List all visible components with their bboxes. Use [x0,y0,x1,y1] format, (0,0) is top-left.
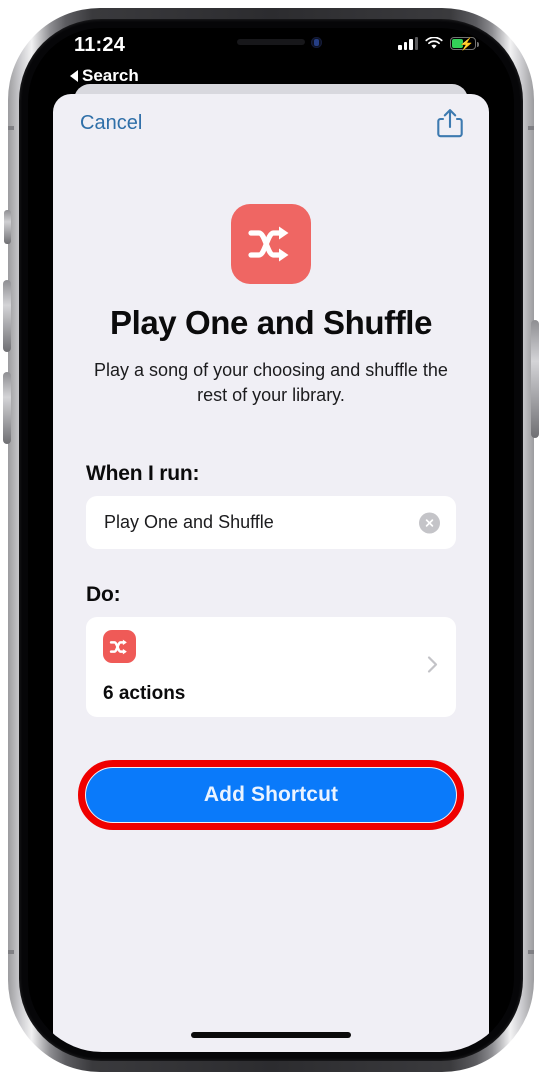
shortcut-app-icon [231,204,311,284]
front-camera-icon [311,37,322,48]
do-label: Do: [86,583,121,606]
notch [173,28,369,58]
power-button[interactable] [531,320,539,438]
sheet-navigation-bar: Cancel [53,94,489,152]
disclosure-chevron [427,656,438,679]
wifi-icon [425,37,443,49]
phone-screen: 11:24 ⚡ Search Cancel Play One and Shuff… [28,28,514,1052]
actions-shortcut-icon [103,630,136,663]
volume-down-button[interactable] [3,372,11,444]
back-to-search-label: Search [82,66,139,85]
phone-mockup: 11:24 ⚡ Search Cancel Play One and Shuff… [0,0,542,1080]
add-shortcut-container: Add Shortcut [78,760,464,830]
when-i-run-label: When I run: [86,462,200,485]
shortcut-name-field[interactable]: Play One and Shuffle [86,496,456,549]
silent-switch-button[interactable] [4,210,11,244]
antenna-line-bottom-right [528,950,534,954]
clear-circle-icon [425,518,434,527]
share-icon [437,109,463,138]
actions-card[interactable]: 6 actions [86,617,456,717]
cellular-bars-icon [398,37,418,50]
actions-count-label: 6 actions [103,683,186,704]
antenna-line-bottom-left [8,950,14,954]
clear-text-button[interactable] [419,512,440,533]
shuffle-icon [109,639,127,654]
home-indicator[interactable] [191,1032,351,1038]
earpiece-speaker-icon [237,39,305,45]
chevron-right-icon [427,656,438,673]
shuffle-icon [248,226,289,262]
shortcut-description: Play a song of your choosing and shuffle… [94,360,448,405]
back-to-search-button[interactable]: Search [70,66,139,86]
page-title: Play One and Shuffle [109,304,433,341]
add-shortcut-button[interactable]: Add Shortcut [86,768,456,822]
shortcut-detail-sheet: Cancel Play One and Shuffle Play a song … [53,94,489,1052]
cancel-button[interactable]: Cancel [80,112,142,135]
volume-up-button[interactable] [3,280,11,352]
antenna-line-top-right [528,126,534,130]
status-bar-time: 11:24 [74,34,126,56]
back-triangle-icon [70,70,78,82]
status-bar-indicators: ⚡ [398,37,479,51]
antenna-line-top-left [8,126,14,130]
battery-charging-icon: ⚡ [450,37,479,51]
shortcut-name-value: Play One and Shuffle [104,512,274,532]
share-button[interactable] [434,105,466,141]
